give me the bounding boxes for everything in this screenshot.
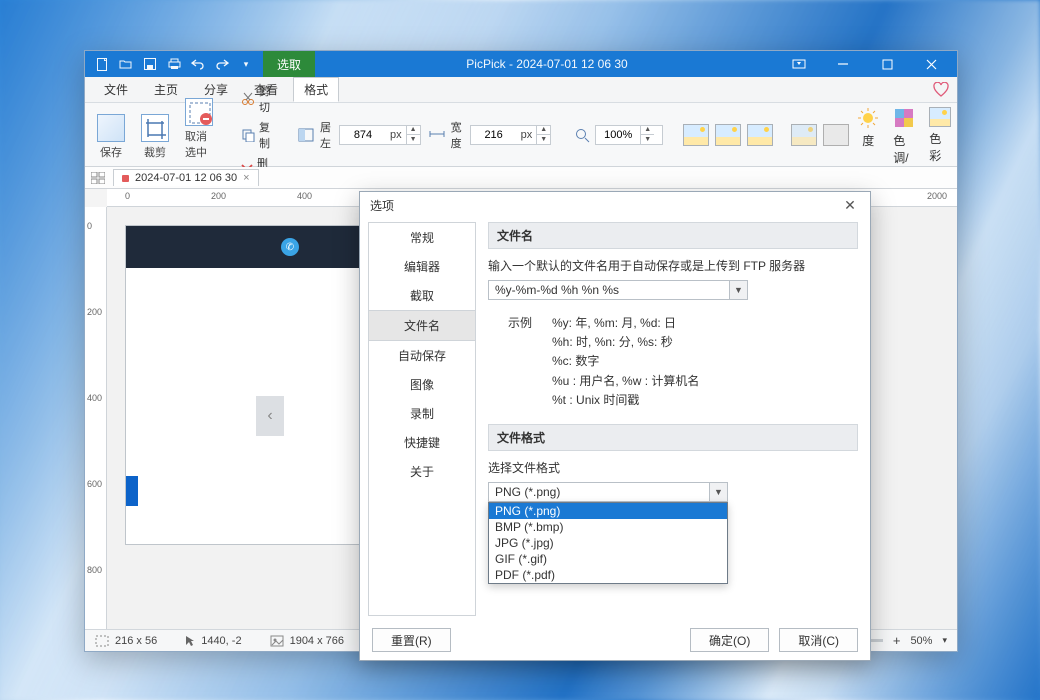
document-tab[interactable]: 2024-07-01 12 06 30 ×: [113, 169, 259, 186]
ribbon-context-tab[interactable]: 选取: [263, 51, 315, 77]
status-image-size: 1904 x 766: [270, 635, 344, 647]
effect-thumb[interactable]: [791, 124, 817, 146]
effect-thumb[interactable]: [683, 124, 709, 146]
brightness-tool[interactable]: 度: [857, 107, 879, 162]
example-block: 示例 %y: 年, %m: 月, %d: 日 %h: 时, %n: 分, %s:…: [508, 314, 858, 410]
width-icon: [429, 128, 443, 142]
sidebar-item-record[interactable]: 录制: [369, 399, 475, 428]
prev-arrow-icon: ‹: [256, 396, 284, 436]
menubar: 文件 主页 分享 查看 格式: [85, 77, 957, 103]
zoom-input[interactable]: ▲▼: [595, 125, 663, 145]
sidebar-item-about[interactable]: 关于: [369, 457, 475, 486]
format-option[interactable]: GIF (*.gif): [489, 551, 727, 567]
position-icon: [298, 128, 312, 142]
options-dialog: 选项 ✕ 常规 编辑器 截取 文件名 自动保存 图像 录制 快捷键 关于 文件名…: [359, 191, 871, 661]
sidebar-item-autosave[interactable]: 自动保存: [369, 341, 475, 370]
ribbon-right-tools: 度 色调/饱和度 色彩平衡: [857, 107, 957, 162]
sidebar-item-image[interactable]: 图像: [369, 370, 475, 399]
cancel-button[interactable]: 取消(C): [779, 628, 858, 652]
redo-icon[interactable]: [215, 57, 229, 71]
document-tabstrip: 2024-07-01 12 06 30 ×: [85, 167, 957, 189]
format-option[interactable]: JPG (*.jpg): [489, 535, 727, 551]
maximize-button[interactable]: [867, 51, 907, 77]
example-label: 示例: [508, 314, 532, 410]
window-title: PicPick - 2024-07-01 12 06 30: [315, 57, 779, 71]
ok-button[interactable]: 确定(O): [690, 628, 769, 652]
reset-button[interactable]: 重置(R): [372, 628, 451, 652]
file-format-combo[interactable]: PNG (*.png) ▼: [488, 482, 728, 502]
print-icon[interactable]: [167, 57, 181, 71]
file-format-dropdown: PNG (*.png) BMP (*.bmp) JPG (*.jpg) GIF …: [488, 502, 728, 584]
section-format-header: 文件格式: [488, 424, 858, 451]
ribbon-copy[interactable]: 复制: [241, 119, 270, 151]
sidebar-item-capture[interactable]: 截取: [369, 281, 475, 310]
save-icon[interactable]: [143, 57, 157, 71]
app-window: ▾ 选取 PicPick - 2024-07-01 12 06 30 文件 主页…: [84, 50, 958, 652]
ribbon: 保存 裁剪 取消选中 剪切 复制 删除 居左 px▲▼ 宽度 px▲▼ ▲▼: [85, 103, 957, 167]
ribbon-crop[interactable]: 裁剪: [137, 107, 173, 162]
color-balance-tool[interactable]: 色彩平衡: [929, 107, 951, 162]
ribbon-save[interactable]: 保存: [93, 107, 129, 162]
qat-dropdown-icon[interactable]: ▾: [239, 57, 253, 71]
status-selection: 216 x 56: [95, 635, 157, 647]
ruler-vertical: 0 200 400 600 800: [85, 207, 107, 629]
effect-thumb[interactable]: [747, 124, 773, 146]
compact-ribbon-icon[interactable]: [779, 51, 819, 77]
thumbnails-icon[interactable]: [91, 172, 105, 184]
dialog-content: 文件名 输入一个默认的文件名用于自动保存或是上传到 FTP 服务器 %y-%m-…: [476, 218, 870, 620]
dialog-footer: 重置(R) 确定(O) 取消(C): [360, 620, 870, 660]
dialog-close-button[interactable]: ✕: [840, 195, 860, 215]
width-input[interactable]: px▲▼: [470, 125, 552, 145]
page-logo-icon: ✆: [281, 238, 299, 256]
minimize-button[interactable]: [823, 51, 863, 77]
format-option[interactable]: BMP (*.bmp): [489, 519, 727, 535]
menu-format[interactable]: 格式: [293, 77, 339, 102]
status-cursor-position: 1440, -2: [185, 635, 241, 647]
titlebar: ▾ 选取 PicPick - 2024-07-01 12 06 30: [85, 51, 957, 77]
undo-icon[interactable]: [191, 57, 205, 71]
ribbon-deselect[interactable]: 取消选中: [181, 107, 217, 162]
section-filename-header: 文件名: [488, 222, 858, 249]
sidebar-item-general[interactable]: 常规: [369, 223, 475, 252]
dialog-sidebar: 常规 编辑器 截取 文件名 自动保存 图像 录制 快捷键 关于: [368, 222, 476, 616]
sidebar-item-filename[interactable]: 文件名: [369, 310, 475, 341]
leftpos-input[interactable]: px▲▼: [339, 125, 421, 145]
filename-description: 输入一个默认的文件名用于自动保存或是上传到 FTP 服务器: [488, 257, 858, 274]
sidebar-item-hotkeys[interactable]: 快捷键: [369, 428, 475, 457]
close-button[interactable]: [911, 51, 951, 77]
ribbon-cut[interactable]: 剪切: [241, 83, 270, 115]
hue-saturation-tool[interactable]: 色调/饱和度: [893, 107, 915, 162]
open-icon[interactable]: [119, 57, 133, 71]
quick-access-toolbar: ▾: [85, 57, 263, 71]
modified-indicator-icon: [122, 175, 129, 182]
menu-file[interactable]: 文件: [93, 77, 139, 102]
dialog-title: 选项: [370, 197, 394, 214]
chevron-down-icon[interactable]: ▼: [729, 281, 747, 299]
format-option[interactable]: PDF (*.pdf): [489, 567, 727, 583]
new-icon[interactable]: [95, 57, 109, 71]
zoom-icon: [575, 128, 589, 142]
filename-pattern-combo[interactable]: %y-%m-%d %h %n %s ▼: [488, 280, 748, 300]
effect-thumb[interactable]: [715, 124, 741, 146]
favorite-icon[interactable]: [933, 82, 949, 98]
sidebar-item-editor[interactable]: 编辑器: [369, 252, 475, 281]
menu-home[interactable]: 主页: [143, 77, 189, 102]
window-controls: [779, 51, 957, 77]
tab-close-icon[interactable]: ×: [243, 172, 249, 184]
effect-thumb[interactable]: [823, 124, 849, 146]
chevron-down-icon[interactable]: ▼: [709, 483, 727, 501]
format-label: 选择文件格式: [488, 459, 858, 476]
format-option[interactable]: PNG (*.png): [489, 503, 727, 519]
dialog-titlebar: 选项 ✕: [360, 192, 870, 218]
